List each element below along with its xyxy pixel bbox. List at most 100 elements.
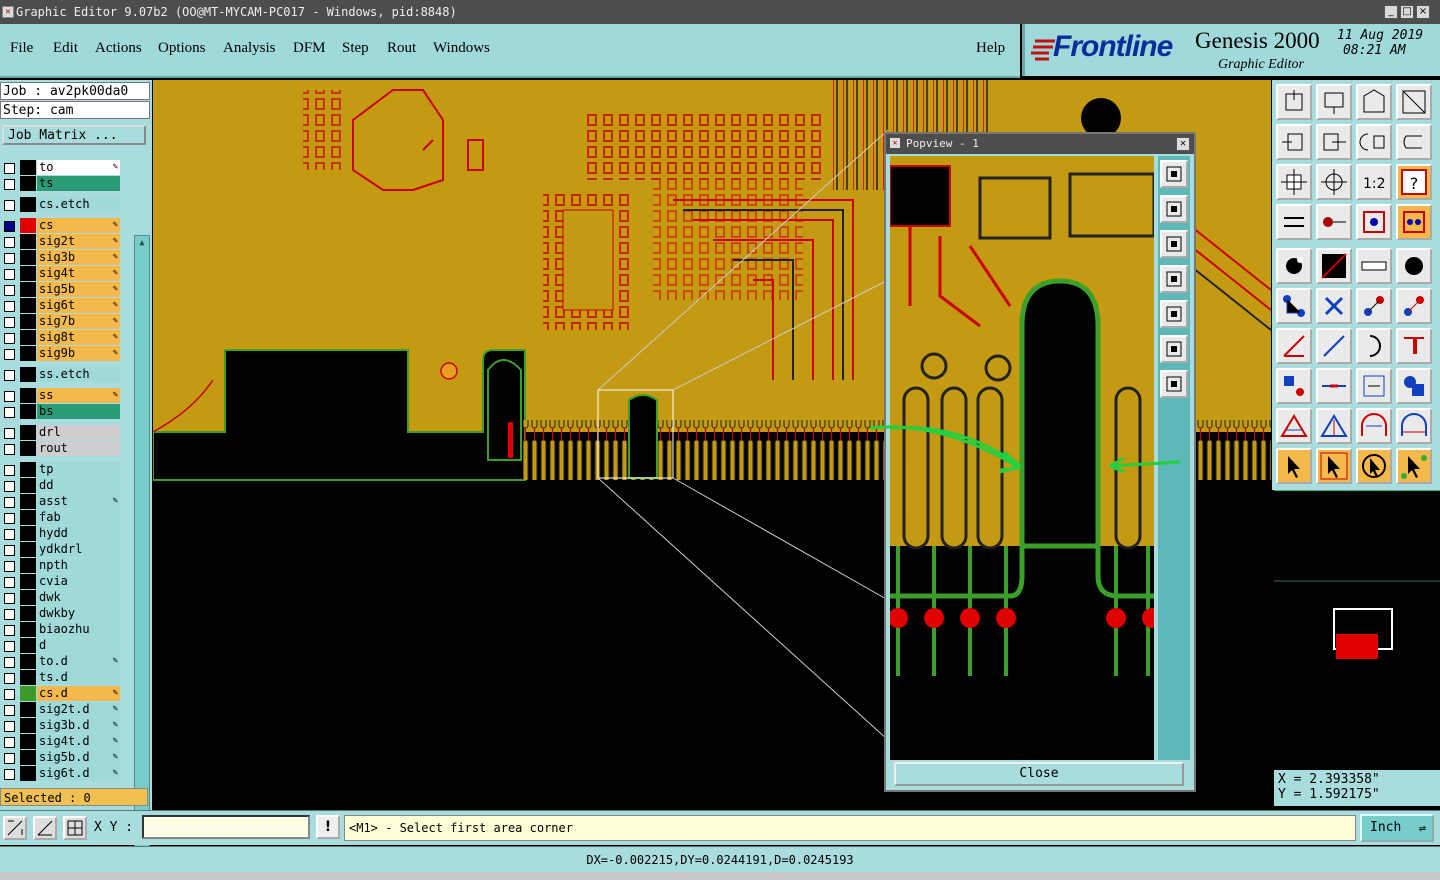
zoom-extents-icon[interactable]: [3, 816, 27, 840]
scale-1-1-icon[interactable]: 1:2: [1356, 164, 1392, 200]
group-icon[interactable]: [1396, 368, 1432, 404]
layer-name[interactable]: sig2t ✎: [37, 234, 120, 249]
layer-color-swatch[interactable]: [20, 441, 36, 456]
layer-row-to[interactable]: to ✎: [2, 160, 120, 175]
layer-checkbox[interactable]: [4, 428, 15, 439]
layer-name[interactable]: cs.d ✎: [37, 686, 120, 701]
menu-actions[interactable]: Actions: [95, 40, 142, 57]
node-icon[interactable]: [1276, 288, 1312, 324]
layer-row-sig8t[interactable]: sig8t ✎: [2, 330, 120, 345]
layer-name[interactable]: dwkby: [37, 606, 120, 621]
layer-color-swatch[interactable]: [20, 622, 36, 637]
layer-name[interactable]: sig3b ✎: [37, 250, 120, 265]
layer-checkbox[interactable]: [4, 721, 15, 732]
layer-checkbox[interactable]: [4, 301, 15, 312]
layer-color-swatch[interactable]: [20, 542, 36, 557]
layer-name[interactable]: ss.etch: [37, 367, 120, 382]
layer-checkbox[interactable]: [4, 641, 15, 652]
layer-name[interactable]: ts: [37, 176, 120, 191]
connect-2-icon[interactable]: [1396, 288, 1432, 324]
layer-color-swatch[interactable]: [20, 234, 36, 249]
pv-pan-right-icon[interactable]: [1160, 300, 1188, 328]
layer-row-sig3b-d[interactable]: sig3b.d ✎: [2, 718, 120, 733]
menu-step[interactable]: Step: [342, 40, 369, 57]
layer-color-swatch[interactable]: [20, 574, 36, 589]
layer-color-swatch[interactable]: [20, 654, 36, 669]
layer-row-sig4t-d[interactable]: sig4t.d ✎: [2, 734, 120, 749]
zoom-box-icon[interactable]: [1356, 368, 1392, 404]
layer-name[interactable]: ydkdrl: [37, 542, 120, 557]
layer-name[interactable]: biaozhu: [37, 622, 120, 637]
layer-checkbox[interactable]: [4, 705, 15, 716]
pv-pan-left-icon[interactable]: [1160, 265, 1188, 293]
layer-row-cs-d[interactable]: cs.d ✎: [2, 686, 120, 701]
layer-row-drl[interactable]: drl: [2, 425, 120, 440]
layer-checkbox[interactable]: [4, 407, 15, 418]
net-select-2-icon[interactable]: [1396, 204, 1432, 240]
layer-checkbox[interactable]: [4, 221, 15, 232]
menu-edit[interactable]: Edit: [53, 40, 78, 57]
layer-name[interactable]: sig6t ✎: [37, 298, 120, 313]
layer-color-swatch[interactable]: [20, 298, 36, 313]
layer-color-swatch[interactable]: [20, 734, 36, 749]
layer-checkbox[interactable]: [4, 391, 15, 402]
layer-color-swatch[interactable]: [20, 590, 36, 605]
layer-checkbox[interactable]: [4, 444, 15, 455]
layer-name[interactable]: tp: [37, 462, 120, 477]
layer-name[interactable]: to ✎: [37, 160, 120, 175]
layer-checkbox[interactable]: [4, 753, 15, 764]
layer-checkbox[interactable]: [4, 333, 15, 344]
layer-color-swatch[interactable]: [20, 558, 36, 573]
layer-checkbox[interactable]: [4, 577, 15, 588]
layer-color-swatch[interactable]: [20, 266, 36, 281]
layer-checkbox[interactable]: [4, 737, 15, 748]
layer-color-swatch[interactable]: [20, 526, 36, 541]
pv-center-icon[interactable]: [1160, 370, 1188, 398]
layer-name[interactable]: to.d ✎: [37, 654, 120, 669]
pan-left-icon[interactable]: [1276, 124, 1312, 160]
cross-icon[interactable]: [1316, 288, 1352, 324]
menu-dfm[interactable]: DFM: [293, 40, 326, 57]
menu-rout[interactable]: Rout: [387, 40, 416, 57]
layer-color-swatch[interactable]: [20, 330, 36, 345]
layer-name[interactable]: sig7b ✎: [37, 314, 120, 329]
layer-row-rout[interactable]: rout: [2, 441, 120, 456]
layer-checkbox[interactable]: [4, 481, 15, 492]
layer-row-asst[interactable]: asst ✎: [2, 494, 120, 509]
layer-color-swatch[interactable]: [20, 197, 36, 212]
layer-name[interactable]: sig9b ✎: [37, 346, 120, 361]
layer-row-ss[interactable]: ss ✎: [2, 388, 120, 403]
layer-row-cs[interactable]: cs ✎: [2, 218, 120, 233]
minimize-button[interactable]: _: [1384, 5, 1398, 19]
layer-color-swatch[interactable]: [20, 702, 36, 717]
layer-color-swatch[interactable]: [20, 250, 36, 265]
zoom-home-icon[interactable]: [1276, 84, 1312, 120]
layer-checkbox[interactable]: [4, 673, 15, 684]
layer-row-dd[interactable]: dd: [2, 478, 120, 493]
arch-icon[interactable]: [1356, 408, 1392, 444]
pv-zoom-down-icon[interactable]: [1160, 230, 1188, 258]
triangle-icon[interactable]: [1276, 408, 1312, 444]
layer-name[interactable]: sig4t.d ✎: [37, 734, 120, 749]
popview-titlebar[interactable]: ✕ Popview - 1 ✕: [886, 134, 1194, 154]
split-icon[interactable]: [1396, 328, 1432, 364]
layer-name[interactable]: hydd: [37, 526, 120, 541]
arc-icon[interactable]: [1356, 328, 1392, 364]
layer-name[interactable]: fab: [37, 510, 120, 525]
popview-close-icon[interactable]: ✕: [1176, 137, 1190, 151]
layer-row-d[interactable]: d: [2, 638, 120, 653]
layer-row-sig7b[interactable]: sig7b ✎: [2, 314, 120, 329]
layer-checkbox[interactable]: [4, 497, 15, 508]
help-icon[interactable]: ?: [1396, 164, 1432, 200]
layer-color-swatch[interactable]: [20, 478, 36, 493]
layer-name[interactable]: d: [37, 638, 120, 653]
layer-checkbox[interactable]: [4, 545, 15, 556]
menu-windows[interactable]: Windows: [433, 40, 490, 57]
layer-checkbox[interactable]: [4, 163, 15, 174]
layer-scrollbar[interactable]: ▲ ▼: [134, 235, 150, 863]
layer-row-sig5b[interactable]: sig5b ✎: [2, 282, 120, 297]
layer-color-swatch[interactable]: [20, 314, 36, 329]
zoom-in-icon[interactable]: [1276, 164, 1312, 200]
menu-analysis[interactable]: Analysis: [223, 40, 276, 57]
layer-row-sig6t[interactable]: sig6t ✎: [2, 298, 120, 313]
